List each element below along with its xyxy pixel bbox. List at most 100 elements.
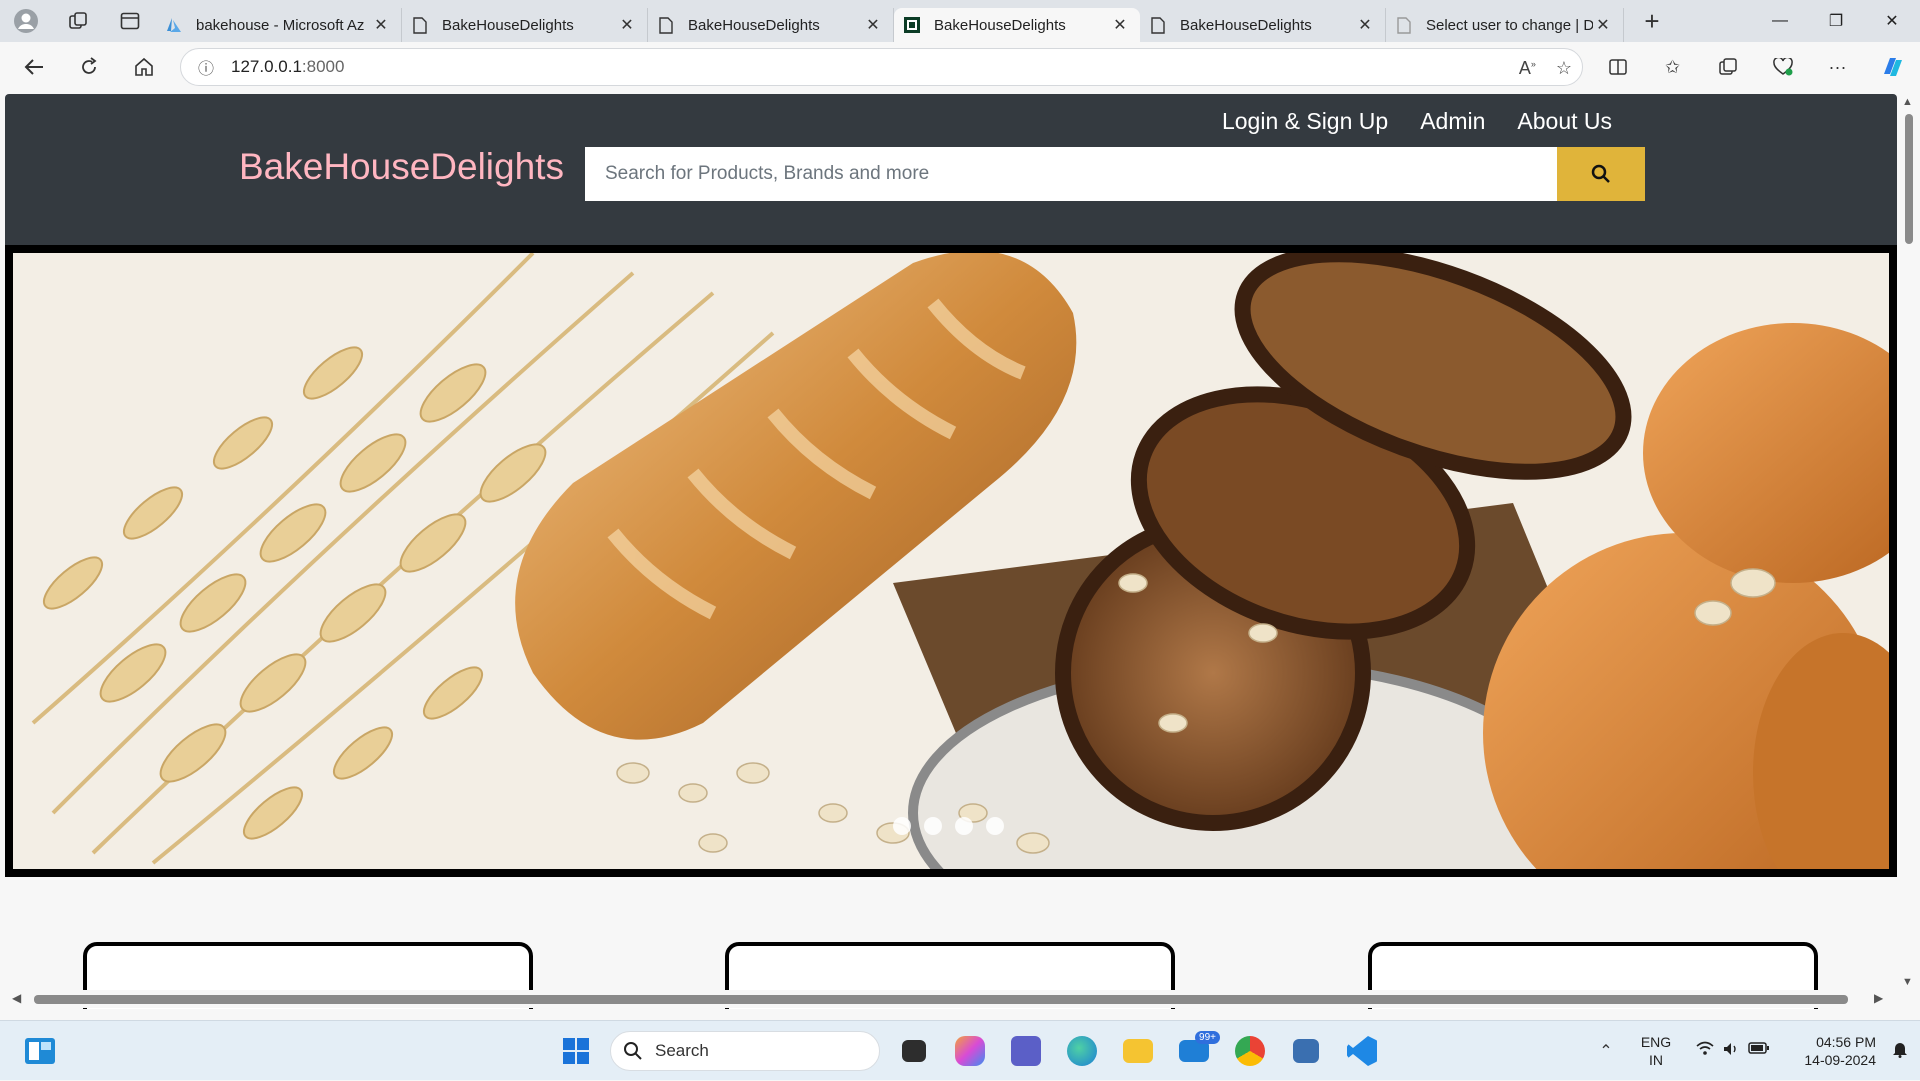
split-screen-icon[interactable]	[1590, 42, 1645, 92]
carousel-dot[interactable]	[955, 817, 973, 835]
scroll-thumb[interactable]	[34, 995, 1848, 1004]
language-indicator[interactable]: ENG IN	[1626, 1033, 1686, 1069]
tab-1[interactable]: BakeHouseDelights ✕	[402, 8, 648, 42]
tab-title: Select user to change | Dj	[1426, 16, 1593, 34]
menu-admin[interactable]: Admin	[1420, 108, 1485, 135]
favorites-icon[interactable]: ✩	[1645, 42, 1700, 92]
lang-line1: ENG	[1640, 1034, 1672, 1050]
vertical-scrollbar[interactable]: ▲ ▼	[1898, 92, 1920, 1009]
search-input[interactable]	[585, 147, 1557, 201]
site-header: Login & Sign Up Admin About Us BakeHouse…	[5, 94, 1897, 245]
copilot-icon[interactable]	[1865, 42, 1920, 92]
menu-login-signup[interactable]: Login & Sign Up	[1222, 108, 1388, 135]
restore-icon[interactable]: ❐	[1808, 0, 1864, 42]
browser-tab-bar: bakehouse - Microsoft Az ✕ BakeHouseDeli…	[0, 0, 1920, 42]
main-menu: Login & Sign Up Admin About Us	[1222, 108, 1612, 135]
edge-icon[interactable]	[1060, 1029, 1104, 1073]
menu-about-us[interactable]: About Us	[1517, 108, 1612, 135]
url-port: :8000	[301, 57, 345, 76]
clock[interactable]: 04:56 PM 14-09-2024	[1780, 1033, 1880, 1069]
bread-banner-image	[13, 253, 1889, 869]
page-icon	[1396, 16, 1412, 34]
address-bar[interactable]: ⓘ 127.0.0.1:8000 A» ☆	[180, 48, 1583, 86]
workspaces-icon[interactable]	[52, 0, 104, 42]
widgets-icon[interactable]	[24, 1037, 56, 1065]
close-icon[interactable]: ✕	[1355, 15, 1375, 35]
vscode-icon[interactable]	[1340, 1029, 1384, 1073]
tab-title: BakeHouseDelights	[1180, 16, 1312, 34]
close-icon[interactable]: ✕	[1110, 15, 1130, 35]
home-icon[interactable]	[116, 42, 171, 92]
clock-time: 04:56 PM	[1816, 1034, 1876, 1050]
site-info-icon[interactable]: ⓘ	[181, 55, 231, 79]
carousel-dot[interactable]	[924, 817, 942, 835]
scroll-thumb[interactable]	[1905, 114, 1913, 244]
more-options-icon[interactable]: ···	[1810, 42, 1865, 92]
taskbar-search-label: Search	[655, 1041, 709, 1060]
scroll-up-icon[interactable]: ▲	[1902, 96, 1913, 108]
tab-4[interactable]: BakeHouseDelights ✕	[1140, 8, 1386, 42]
browser-essentials-icon[interactable]	[1755, 42, 1810, 92]
hero-carousel[interactable]	[5, 245, 1897, 877]
file-explorer-icon[interactable]	[1116, 1029, 1160, 1073]
notification-bell-icon[interactable]	[1880, 1040, 1920, 1063]
browser-toolbar: ⓘ 127.0.0.1:8000 A» ☆ ✩ ···	[0, 42, 1920, 92]
scroll-left-icon[interactable]: ◀	[12, 991, 21, 1005]
network-app-icon[interactable]	[1284, 1029, 1328, 1073]
page-icon	[658, 16, 674, 34]
copilot-app-icon[interactable]	[948, 1029, 992, 1073]
taskbar-apps: Search 99+	[554, 1029, 1384, 1073]
collections-icon[interactable]	[1700, 42, 1755, 92]
page-viewport: Login & Sign Up Admin About Us BakeHouse…	[0, 92, 1920, 1009]
system-tray: ⌃ ENG IN 04:56 PM 14-09-2024	[1586, 1021, 1920, 1081]
wifi-icon	[1696, 1041, 1714, 1062]
refresh-icon[interactable]	[61, 42, 116, 92]
quick-settings[interactable]	[1686, 1041, 1780, 1062]
favorite-star-icon[interactable]: ☆	[1556, 58, 1572, 79]
chrome-icon[interactable]	[1228, 1029, 1272, 1073]
lang-line2: IN	[1649, 1052, 1663, 1068]
new-tab-icon[interactable]: +	[1632, 6, 1672, 37]
tab-2[interactable]: BakeHouseDelights ✕	[648, 8, 894, 42]
volume-icon	[1722, 1041, 1740, 1062]
close-window-icon[interactable]: ✕	[1864, 0, 1920, 42]
battery-icon	[1748, 1041, 1770, 1062]
scroll-down-icon[interactable]: ▼	[1902, 976, 1913, 988]
windows-taskbar: Search 99+ ⌃ ENG IN 04:56 PM 14-09-2024	[0, 1020, 1920, 1080]
browser-tools: ✩ ···	[1590, 42, 1920, 92]
close-icon[interactable]: ✕	[863, 15, 883, 35]
start-icon[interactable]	[554, 1029, 598, 1073]
profile-icon[interactable]	[0, 0, 52, 42]
horizontal-scrollbar[interactable]: ◀ ▶	[0, 990, 1898, 1008]
tab-title: BakeHouseDelights	[442, 16, 574, 34]
carousel-dot[interactable]	[986, 817, 1004, 835]
carousel-dot[interactable]	[893, 817, 911, 835]
tab-5[interactable]: Select user to change | Dj ✕	[1386, 8, 1624, 42]
window-controls: — ❐ ✕	[1752, 0, 1920, 42]
tab-title: bakehouse - Microsoft Az	[196, 16, 365, 34]
mail-icon[interactable]: 99+	[1172, 1029, 1220, 1073]
close-icon[interactable]: ✕	[617, 15, 637, 35]
back-icon[interactable]	[6, 42, 61, 92]
tab-0[interactable]: bakehouse - Microsoft Az ✕	[156, 8, 402, 42]
url-host: 127.0.0.1	[231, 57, 302, 76]
site-brand[interactable]: BakeHouseDelights	[239, 146, 564, 188]
task-view-icon[interactable]	[892, 1029, 936, 1073]
scroll-right-icon[interactable]: ▶	[1874, 991, 1883, 1005]
page-icon	[412, 16, 428, 34]
django-icon	[904, 16, 920, 34]
teams-icon[interactable]	[1004, 1029, 1048, 1073]
chevron-up-icon[interactable]: ⌃	[1586, 1041, 1626, 1061]
search-icon	[624, 1042, 642, 1060]
close-icon[interactable]: ✕	[371, 15, 391, 35]
tab-3[interactable]: BakeHouseDelights ✕	[894, 8, 1140, 42]
search-button[interactable]	[1557, 147, 1645, 201]
product-search	[585, 147, 1645, 201]
taskbar-search[interactable]: Search	[610, 1031, 880, 1071]
tab-actions-icon[interactable]	[104, 0, 156, 42]
close-icon[interactable]: ✕	[1593, 15, 1613, 35]
read-aloud-icon[interactable]: A»	[1519, 58, 1536, 79]
carousel-indicators	[893, 817, 1004, 835]
tab-title: BakeHouseDelights	[688, 16, 820, 34]
minimize-icon[interactable]: —	[1752, 0, 1808, 42]
